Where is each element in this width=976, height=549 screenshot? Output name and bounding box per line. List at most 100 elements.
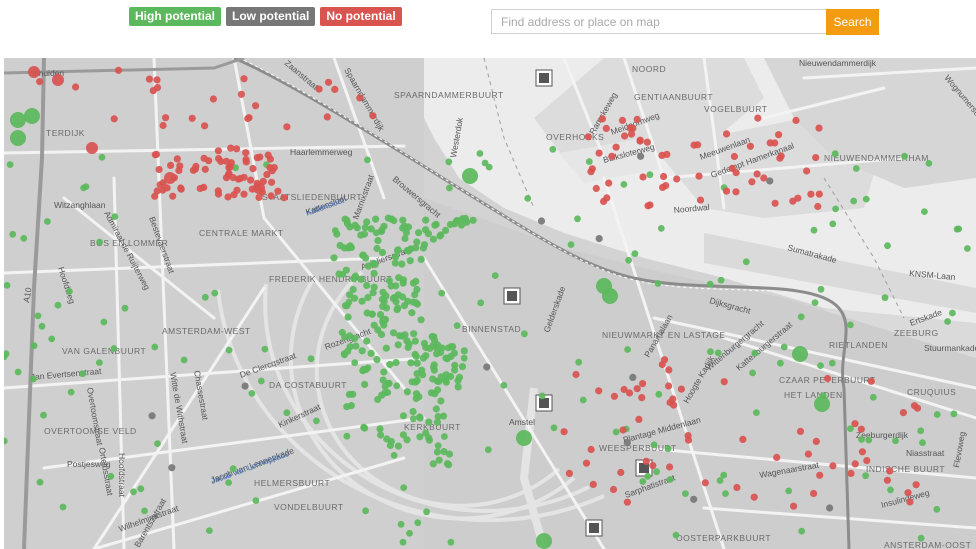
potential-marker <box>380 368 388 376</box>
potential-marker <box>377 431 385 439</box>
potential-marker <box>828 359 836 367</box>
potential-marker <box>420 339 428 347</box>
potential-marker <box>169 192 177 200</box>
potential-marker <box>437 397 445 405</box>
potential-marker <box>565 469 574 477</box>
potential-marker <box>623 498 632 506</box>
potential-marker <box>751 349 759 357</box>
district-label: AMSTERDAM-WEST <box>162 326 251 336</box>
potential-marker <box>374 237 382 245</box>
potential-marker <box>817 362 824 369</box>
potential-marker <box>917 427 925 435</box>
potential-marker <box>48 335 56 343</box>
potential-marker <box>684 436 693 444</box>
potential-marker <box>910 402 919 410</box>
potential-marker <box>397 520 405 528</box>
potential-marker <box>575 358 583 366</box>
potential-marker <box>658 151 666 159</box>
potential-marker <box>665 382 673 390</box>
potential-marker <box>417 316 425 324</box>
potential-marker <box>385 277 393 285</box>
potential-marker <box>785 487 793 495</box>
potential-marker <box>214 147 222 155</box>
potential-marker <box>201 293 209 301</box>
district-label: OOSTERPARKBUURT <box>676 533 771 543</box>
potential-marker <box>812 154 820 162</box>
potential-marker <box>883 476 892 484</box>
potential-marker <box>722 130 731 138</box>
district-label: CRUQUIUS <box>907 387 956 397</box>
potential-marker <box>602 124 610 132</box>
potential-marker <box>417 255 425 263</box>
potential-marker <box>447 372 455 381</box>
potential-marker <box>917 534 925 542</box>
map-canvas[interactable]: NOORD GENTIAANBUURT OVERHOEKS VOGELBUURT NIE… <box>4 58 976 549</box>
potential-marker <box>810 226 818 234</box>
potential-marker <box>440 448 448 456</box>
potential-marker <box>442 378 450 386</box>
address-search: Search <box>491 9 879 35</box>
street-label: Amstel <box>509 417 535 427</box>
potential-marker <box>865 436 873 444</box>
potential-marker <box>766 177 774 185</box>
district-label: VAN GALENBUURT <box>62 346 146 356</box>
district-label: HELMERSBUURT <box>254 478 330 488</box>
potential-marker <box>636 136 644 144</box>
potential-marker <box>385 379 393 388</box>
potential-marker <box>404 343 412 351</box>
potential-marker <box>682 490 689 497</box>
potential-marker <box>429 235 437 243</box>
potential-marker <box>600 197 608 205</box>
potential-marker <box>453 322 461 329</box>
potential-marker <box>361 223 369 232</box>
potential-marker <box>673 175 681 183</box>
potential-marker <box>847 469 855 477</box>
potential-marker <box>283 409 291 417</box>
potential-marker <box>390 217 398 225</box>
potential-marker <box>419 244 427 252</box>
potential-marker <box>587 445 595 454</box>
potential-marker <box>148 412 156 420</box>
potential-marker <box>96 238 103 246</box>
potential-marker <box>240 75 248 83</box>
potential-marker <box>773 453 781 461</box>
potential-marker <box>797 313 805 321</box>
potential-marker <box>803 167 811 175</box>
potential-marker <box>201 165 209 173</box>
potential-marker <box>387 437 395 446</box>
potential-marker <box>400 302 409 310</box>
potential-marker <box>574 215 581 223</box>
potential-marker <box>227 144 235 152</box>
potential-marker <box>434 386 442 394</box>
potential-marker <box>435 377 443 386</box>
potential-marker <box>339 271 347 278</box>
potential-marker <box>771 199 779 207</box>
potential-marker <box>188 114 196 122</box>
map-svg[interactable]: NOORDGENTIAANBUURTOVERHOEKSVOGELBUURTNIE… <box>4 58 976 549</box>
potential-marker <box>168 464 176 472</box>
potential-marker <box>196 184 204 193</box>
potential-marker <box>754 114 762 122</box>
potential-marker <box>110 345 118 352</box>
search-button[interactable]: Search <box>826 9 879 35</box>
potential-marker <box>52 74 64 86</box>
potential-marker <box>44 218 51 225</box>
potential-marker <box>950 410 958 418</box>
district-label: BINNENSTAD <box>462 324 521 334</box>
search-input[interactable] <box>491 9 826 34</box>
potential-marker <box>639 380 647 388</box>
potential-marker <box>156 181 164 189</box>
potential-marker <box>696 196 705 204</box>
potential-marker <box>732 188 740 196</box>
potential-marker <box>792 346 808 362</box>
potential-marker <box>330 254 338 262</box>
potential-marker <box>130 488 137 496</box>
potential-marker <box>341 351 348 359</box>
potential-marker <box>714 349 722 357</box>
potential-marker <box>358 347 366 355</box>
potential-marker <box>538 392 546 400</box>
potential-marker <box>151 151 159 159</box>
potential-marker <box>403 246 411 255</box>
potential-marker <box>919 439 926 447</box>
potential-marker <box>653 468 660 476</box>
